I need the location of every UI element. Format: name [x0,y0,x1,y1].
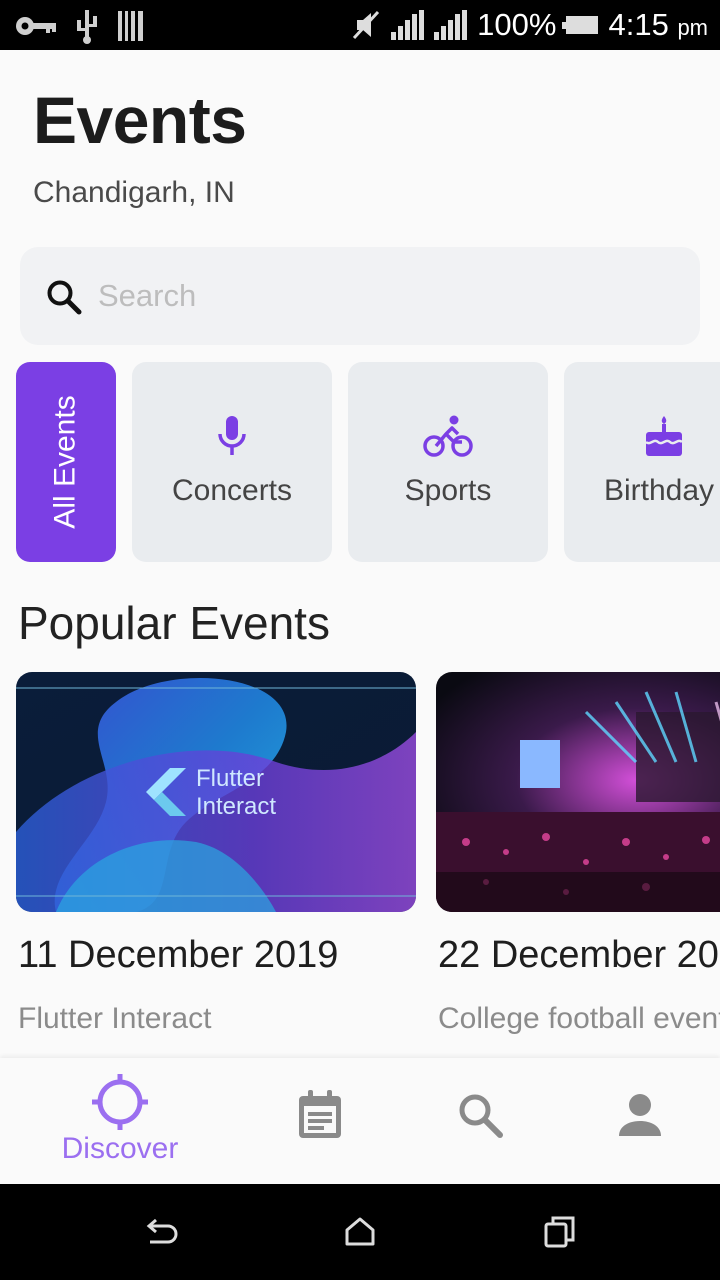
event-image-concert-crowd [436,672,720,912]
mute-icon [353,10,380,40]
bicycle-icon [423,415,473,457]
nav-calendar[interactable] [230,1058,410,1184]
category-label: All Events [49,395,83,529]
usb-icon [77,10,97,44]
barcode-icon [118,11,143,41]
battery-icon [562,16,599,34]
key-icon [16,17,56,35]
status-left-icons [14,8,146,44]
nav-profile[interactable] [550,1058,720,1184]
system-navigation-bar [0,1184,720,1280]
flutter-interact-artwork: Flutter Interact [16,672,416,912]
status-bar: 100% 4:15 pm [0,0,720,50]
category-birthday[interactable]: Birthday [564,362,720,562]
event-image-flutter-interact: Flutter Interact [16,672,416,912]
search-input[interactable] [98,271,658,321]
search-bar[interactable] [20,247,700,345]
category-list: All Events Concerts Sports Birthday [0,362,720,562]
nav-label: Discover [61,1132,179,1165]
clock-time: 4:15 [608,7,669,42]
category-all-events[interactable]: All Events [16,362,116,562]
clock: 4:15 pm [608,7,708,43]
bottom-navigation: Discover [0,1058,720,1184]
calendar-icon [299,1090,341,1138]
concert-crowd-photo [436,672,720,912]
signal-icon-2 [434,10,468,40]
crosshair-icon [92,1074,148,1130]
event-name: Flutter Interact [18,1002,212,1035]
popular-events-title: Popular Events [18,597,330,649]
back-icon[interactable] [140,1212,180,1252]
category-all-events-label-wrap: All Events [16,362,116,562]
event-date: 11 December 2019 [18,934,339,976]
category-sports[interactable]: Sports [348,362,548,562]
signal-icon-1 [391,10,425,40]
category-label: Birthday [604,474,715,507]
cake-icon [645,416,683,456]
nav-search[interactable] [390,1058,570,1184]
image-text-flutter: Flutter [196,765,264,792]
home-icon[interactable] [340,1212,380,1252]
events-screen: 100% 4:15 pm Events Chandigarh, IN All E… [0,0,720,1280]
category-label: Concerts [171,474,293,507]
category-concerts[interactable]: Concerts [132,362,332,562]
person-icon [619,1094,661,1136]
page-title: Events [33,83,247,157]
event-name: College football event [438,1002,720,1035]
category-label: Sports [404,474,492,507]
search-icon [459,1094,503,1138]
battery-percent: 100% [477,7,557,42]
nav-discover[interactable]: Discover [30,1058,210,1184]
location-label: Chandigarh, IN [33,176,235,209]
event-date: 22 December 2019 [438,934,720,976]
search-icon [47,280,82,315]
image-text-interact: Interact [196,793,276,820]
clock-suffix: pm [677,15,708,40]
microphone-icon [218,416,246,455]
status-right-icons: 100% 4:15 pm [351,0,708,50]
recents-icon[interactable] [540,1212,580,1252]
